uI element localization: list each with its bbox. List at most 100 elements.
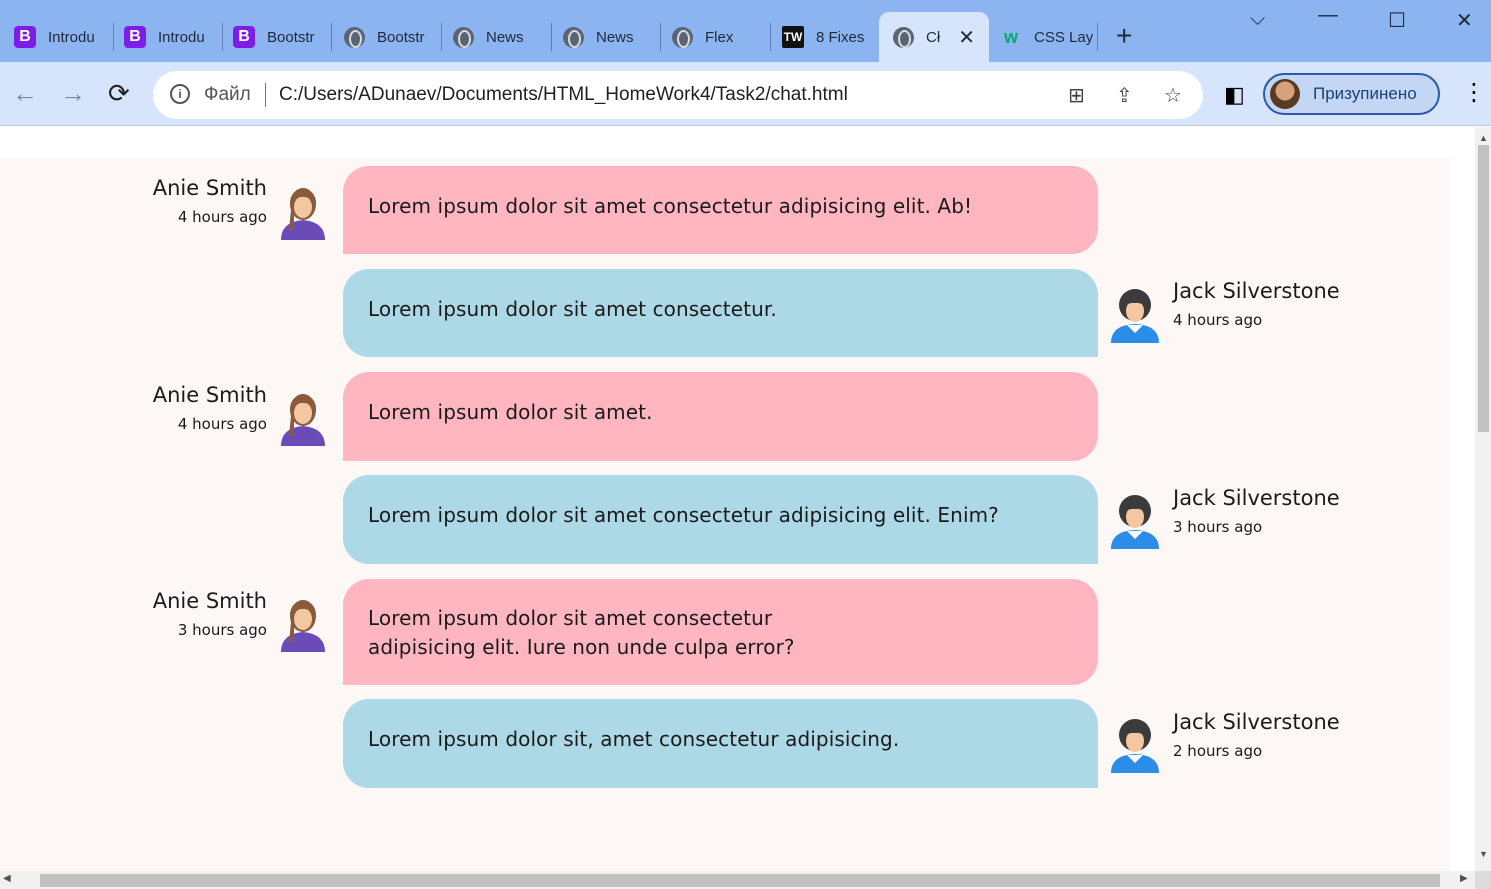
scrollbar-corner (1475, 871, 1491, 889)
message-time: 3 hours ago (177, 621, 267, 639)
browser-tab-active[interactable]: Cł ✕ (879, 12, 989, 62)
message-text: Lorem ipsum dolor sit amet consectetur a… (368, 503, 999, 527)
tab-label: 8 Fixes (816, 28, 865, 46)
globe-icon (672, 26, 693, 48)
browser-tab[interactable]: w CSS Lay (986, 12, 1098, 62)
tab-label: News (596, 28, 634, 46)
author-name: Jack Silverstone (1173, 279, 1340, 303)
message-bubble: Lorem ipsum dolor sit, amet consectetur … (343, 699, 1098, 788)
message-bubble: Lorem ipsum dolor sit amet consectetur a… (343, 579, 1098, 685)
message-text: Lorem ipsum dolor sit amet consectetur. (368, 297, 777, 321)
address-bar[interactable]: i Файл C:/Users/ADunaev/Documents/HTML_H… (153, 71, 1203, 119)
info-icon[interactable]: i (170, 84, 190, 104)
profile-avatar (1270, 79, 1300, 109)
author-name: Anie Smith (152, 176, 267, 200)
minimize-icon[interactable]: — (1318, 4, 1338, 27)
female-avatar-icon (281, 600, 325, 652)
globe-icon (344, 26, 365, 48)
author-name: Anie Smith (152, 383, 267, 407)
male-avatar-icon (1111, 495, 1159, 549)
reload-icon[interactable]: ⟳ (108, 78, 130, 108)
message-text: Lorem ipsum dolor sit amet. (368, 400, 653, 424)
message-time: 4 hours ago (177, 208, 267, 226)
vertical-scrollbar[interactable]: ▲ ▼ (1475, 127, 1491, 871)
message-time: 3 hours ago (1173, 518, 1263, 536)
tab-label: Introdu (158, 28, 205, 46)
message-bubble: Lorem ipsum dolor sit amet consectetur. (343, 269, 1098, 357)
forward-arrow-icon[interactable]: → (60, 78, 86, 108)
horizontal-scrollbar[interactable]: ◀ ▶ (0, 871, 1475, 889)
browser-tab[interactable]: B Introdu (110, 12, 223, 62)
browser-toolbar: ← → ⟳ i Файл C:/Users/ADunaev/Documents/… (0, 62, 1491, 126)
bookmark-star-icon[interactable]: ☆ (1164, 83, 1182, 108)
bootstrap-icon: B (233, 26, 255, 48)
message-text-line: adipisicing elit. Iure non unde culpa er… (368, 635, 795, 659)
bootstrap-icon: B (14, 26, 36, 48)
browser-tab[interactable]: Flex (658, 12, 771, 62)
globe-icon (453, 26, 474, 48)
translate-icon[interactable]: ⊞ (1068, 83, 1085, 108)
address-scheme-label: Файл (204, 84, 251, 105)
browser-tab[interactable]: TW 8 Fixes (768, 12, 881, 62)
browser-tab[interactable]: News (549, 12, 662, 62)
message-meta: Jack Silverstone 2 hours ago (1173, 710, 1340, 760)
tab-label: News (486, 28, 524, 46)
message-meta: Anie Smith 4 hours ago (153, 383, 267, 433)
new-tab-button[interactable]: + (1116, 22, 1132, 50)
address-url[interactable]: C:/Users/ADunaev/Documents/HTML_HomeWork… (279, 84, 848, 106)
back-arrow-icon[interactable]: ← (12, 78, 38, 108)
maximize-icon[interactable]: ☐ (1388, 8, 1406, 33)
message-bubble: Lorem ipsum dolor sit amet consectetur a… (343, 475, 1098, 564)
share-icon[interactable]: ⇪ (1116, 83, 1133, 108)
female-avatar-icon (281, 394, 325, 446)
author-name: Jack Silverstone (1173, 710, 1340, 734)
address-divider (265, 83, 266, 107)
message-text: Lorem ipsum dolor sit, amet consectetur … (368, 727, 900, 751)
globe-icon (893, 26, 914, 48)
horizontal-scroll-thumb[interactable] (40, 874, 1440, 887)
tab-label: CSS Lay (1034, 28, 1094, 46)
profile-label: Призупинено (1313, 84, 1417, 103)
message-meta: Jack Silverstone 3 hours ago (1173, 486, 1340, 536)
message-bubble: Lorem ipsum dolor sit amet. (343, 372, 1098, 461)
tab-strip: B Introdu B Introdu B Bootstr Bootstr Ne… (0, 0, 1491, 62)
chat-container: Anie Smith 4 hours ago Lorem ipsum dolor… (0, 158, 1450, 871)
browser-tab[interactable]: Bootstr (330, 12, 443, 62)
browser-tab[interactable]: B Bootstr (219, 12, 332, 62)
author-name: Anie Smith (152, 589, 267, 613)
browser-tab[interactable]: B Introdu (0, 12, 113, 62)
scroll-down-arrow-icon[interactable]: ▼ (1479, 849, 1488, 859)
male-avatar-icon (1111, 719, 1159, 773)
tab-label: Introdu (48, 28, 95, 46)
scroll-left-arrow-icon[interactable]: ◀ (3, 873, 11, 884)
close-window-icon[interactable]: ✕ (1456, 8, 1473, 33)
w3schools-icon: w (1003, 26, 1018, 47)
tab-divider (1097, 23, 1098, 51)
bootstrap-icon: B (124, 26, 146, 48)
profile-button[interactable]: Призупинено (1263, 73, 1440, 115)
message-meta: Anie Smith 3 hours ago (153, 589, 267, 639)
scroll-up-arrow-icon[interactable]: ▲ (1479, 133, 1488, 143)
scroll-right-arrow-icon[interactable]: ▶ (1460, 873, 1468, 884)
tw-icon: TW (782, 26, 804, 48)
message-bubble: Lorem ipsum dolor sit amet consectetur a… (343, 166, 1098, 254)
message-text: Lorem ipsum dolor sit amet consectetur a… (368, 194, 973, 218)
vertical-scroll-thumb[interactable] (1478, 145, 1489, 432)
female-avatar-icon (281, 188, 325, 240)
menu-dots-icon[interactable]: ⋮ (1462, 78, 1486, 108)
tab-label: Cł (926, 28, 941, 46)
male-avatar-icon (1111, 289, 1159, 343)
message-text-line: Lorem ipsum dolor sit amet consectetur (368, 606, 773, 630)
tab-label: Bootstr (377, 28, 425, 46)
message-time: 4 hours ago (1173, 311, 1263, 329)
message-time: 2 hours ago (1173, 742, 1263, 760)
tab-label: Flex (705, 28, 734, 46)
globe-icon (563, 26, 584, 48)
side-panel-icon[interactable]: ◧ (1224, 80, 1245, 110)
page-viewport: Anie Smith 4 hours ago Lorem ipsum dolor… (0, 127, 1475, 871)
close-tab-icon[interactable]: ✕ (958, 25, 975, 50)
message-time: 4 hours ago (177, 415, 267, 433)
message-meta: Anie Smith 4 hours ago (153, 176, 267, 226)
tab-search-icon[interactable]: ⌵ (1250, 8, 1265, 31)
browser-tab[interactable]: News (439, 12, 552, 62)
